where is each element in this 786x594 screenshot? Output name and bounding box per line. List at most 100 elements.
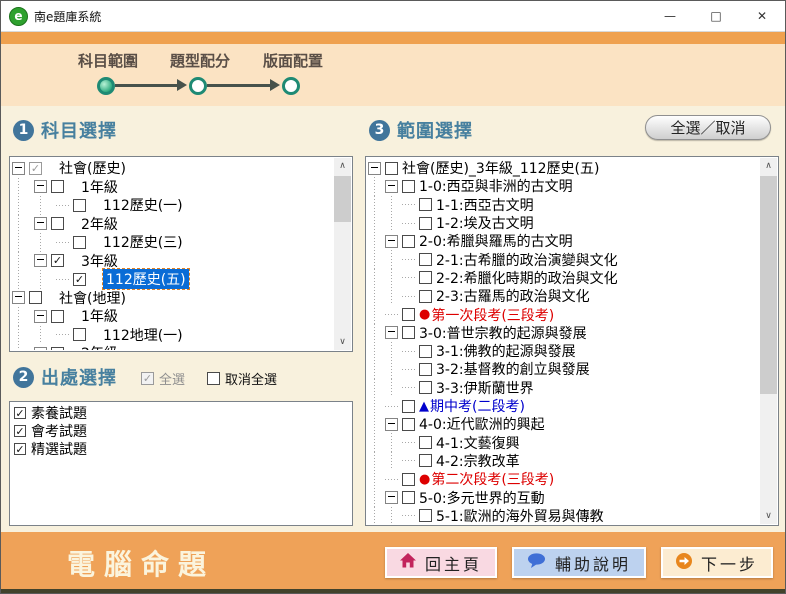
tree-row[interactable]: ✓112歷史(五) [12, 270, 333, 289]
minimize-button[interactable]: — [647, 1, 693, 31]
collapse-icon[interactable] [385, 235, 398, 248]
tree-checkbox[interactable]: ✓ [51, 254, 64, 267]
tree-checkbox[interactable] [419, 345, 432, 358]
tree-checkbox[interactable] [419, 217, 432, 230]
tree-label[interactable]: 3-1:佛教的起源與發展 [436, 341, 576, 361]
tree-checkbox[interactable] [51, 310, 64, 323]
tree-label[interactable]: 2年級 [81, 214, 118, 234]
tree-row[interactable]: 4-0:近代歐洲的興起 [368, 415, 759, 433]
scroll-up-icon[interactable]: ∧ [334, 158, 351, 174]
tree-label[interactable]: 社會(歷史)_3年級_112歷史(五) [402, 159, 599, 178]
list-checkbox[interactable]: ✓ [14, 443, 26, 455]
tree-label[interactable]: 第一次段考(三段考) [431, 305, 554, 325]
tree-row[interactable]: ✓3年級 [12, 252, 333, 271]
tree-label[interactable]: 112歷史(一) [103, 195, 183, 215]
close-button[interactable]: ✕ [739, 1, 785, 31]
tree-row[interactable]: 2年級 [12, 344, 333, 350]
tree-checkbox[interactable] [402, 308, 415, 321]
tree-label[interactable]: 5-0:多元世界的互動 [419, 488, 545, 508]
deselect-all-option[interactable]: 取消全選 [207, 369, 277, 388]
tree-row[interactable]: ●第一次段考(三段考) [368, 305, 759, 323]
tree-row[interactable]: 4-2:宗教改革 [368, 452, 759, 470]
tree-checkbox[interactable] [402, 326, 415, 339]
collapse-icon[interactable] [34, 310, 47, 323]
tree-row[interactable]: 112歷史(一) [12, 196, 333, 215]
next-step-button[interactable]: 下一步 [661, 547, 773, 578]
select-all-option[interactable]: ✓ 全選 [141, 369, 185, 388]
tree-row[interactable]: 2-1:古希臘的政治演變與文化 [368, 250, 759, 268]
help-button[interactable]: 輔助說明 [512, 547, 646, 578]
tree-row[interactable]: 社會(歷史)_3年級_112歷史(五) [368, 159, 759, 177]
tree-row[interactable]: 3-0:普世宗教的起源與發展 [368, 324, 759, 342]
tree-checkbox[interactable] [419, 454, 432, 467]
tree-checkbox[interactable] [419, 363, 432, 376]
tree-label[interactable]: 2年級 [81, 343, 118, 350]
list-checkbox[interactable]: ✓ [14, 407, 26, 419]
collapse-icon[interactable] [34, 347, 47, 350]
scroll-thumb[interactable] [760, 176, 777, 394]
tree-checkbox[interactable] [419, 436, 432, 449]
select-all-checkbox[interactable]: ✓ [141, 372, 154, 385]
list-item[interactable]: ✓素養試題 [11, 404, 351, 422]
tree-row[interactable]: ▲期中考(二段考) [368, 397, 759, 415]
tree-checkbox[interactable] [419, 198, 432, 211]
scroll-thumb[interactable] [334, 176, 351, 222]
tree-label[interactable]: 112歷史(五) [103, 269, 189, 289]
collapse-icon[interactable] [385, 180, 398, 193]
tree-checkbox[interactable] [51, 217, 64, 230]
tree-row[interactable]: 112歷史(三) [12, 233, 333, 252]
tree-row[interactable]: 3-3:伊斯蘭世界 [368, 379, 759, 397]
tree-row[interactable]: 2-3:古羅馬的政治與文化 [368, 287, 759, 305]
tree-label[interactable]: 第二次段考(三段考) [431, 469, 554, 489]
collapse-icon[interactable] [385, 491, 398, 504]
tree-label[interactable]: 4-1:文藝復興 [436, 433, 520, 453]
tree-row[interactable]: 2-2:希臘化時期的政治與文化 [368, 269, 759, 287]
collapse-icon[interactable] [12, 162, 25, 175]
tree-label[interactable]: 1年級 [81, 177, 118, 197]
home-button[interactable]: 回主頁 [385, 547, 497, 578]
vertical-scrollbar[interactable]: ∧ ∨ [760, 158, 777, 524]
list-checkbox[interactable]: ✓ [14, 425, 26, 437]
tree-label[interactable]: 1-1:西亞古文明 [436, 195, 534, 215]
tree-checkbox[interactable] [402, 473, 415, 486]
tree-label[interactable]: 期中考(二段考) [430, 396, 525, 416]
tree-label[interactable]: 2-2:希臘化時期的政治與文化 [436, 268, 618, 288]
tree-row[interactable]: 5-0:多元世界的互動 [368, 488, 759, 506]
tree-row[interactable]: 1-0:西亞與非洲的古文明 [368, 177, 759, 195]
tree-row[interactable]: 3-1:佛教的起源與發展 [368, 342, 759, 360]
tree-checkbox[interactable] [402, 235, 415, 248]
tree-row[interactable]: 2-0:希臘與羅馬的古文明 [368, 232, 759, 250]
tree-row[interactable]: 4-1:文藝復興 [368, 433, 759, 451]
list-item[interactable]: ✓精選試題 [11, 440, 351, 458]
tree-row[interactable]: 5-1:歐洲的海外貿易與傳教 [368, 507, 759, 524]
list-item[interactable]: ✓會考試題 [11, 422, 351, 440]
tree-checkbox[interactable] [73, 199, 86, 212]
tree-checkbox[interactable] [419, 271, 432, 284]
tree-checkbox[interactable] [51, 347, 64, 350]
vertical-scrollbar[interactable]: ∧ ∨ [334, 158, 351, 350]
tree-label[interactable]: 1-2:埃及古文明 [436, 213, 534, 233]
tree-row[interactable]: 2年級 [12, 215, 333, 234]
tree-label[interactable]: 112地理(一) [103, 325, 183, 345]
tree-checkbox[interactable] [419, 509, 432, 522]
tree-checkbox[interactable] [385, 162, 398, 175]
tree-row[interactable]: 112地理(一) [12, 326, 333, 345]
tree-label[interactable]: 3-2:基督教的創立與發展 [436, 359, 590, 379]
tree-label[interactable]: 2-0:希臘與羅馬的古文明 [419, 231, 573, 251]
tree-checkbox[interactable] [402, 418, 415, 431]
tree-checkbox[interactable] [402, 400, 415, 413]
tree-label[interactable]: 3-3:伊斯蘭世界 [436, 378, 534, 398]
collapse-icon[interactable] [12, 291, 25, 304]
collapse-icon[interactable] [34, 254, 47, 267]
maximize-button[interactable]: □ [693, 1, 739, 31]
scroll-down-icon[interactable]: ∨ [334, 334, 351, 350]
tree-label[interactable]: 1-0:西亞與非洲的古文明 [419, 176, 573, 196]
tree-label[interactable]: 5-1:歐洲的海外貿易與傳教 [436, 506, 604, 524]
tree-checkbox[interactable]: ✓ [29, 162, 42, 175]
tree-checkbox[interactable] [419, 381, 432, 394]
tree-checkbox[interactable] [419, 253, 432, 266]
tree-label[interactable]: 3-0:普世宗教的起源與發展 [419, 323, 587, 343]
collapse-icon[interactable] [34, 180, 47, 193]
tree-checkbox[interactable] [402, 180, 415, 193]
collapse-icon[interactable] [385, 326, 398, 339]
